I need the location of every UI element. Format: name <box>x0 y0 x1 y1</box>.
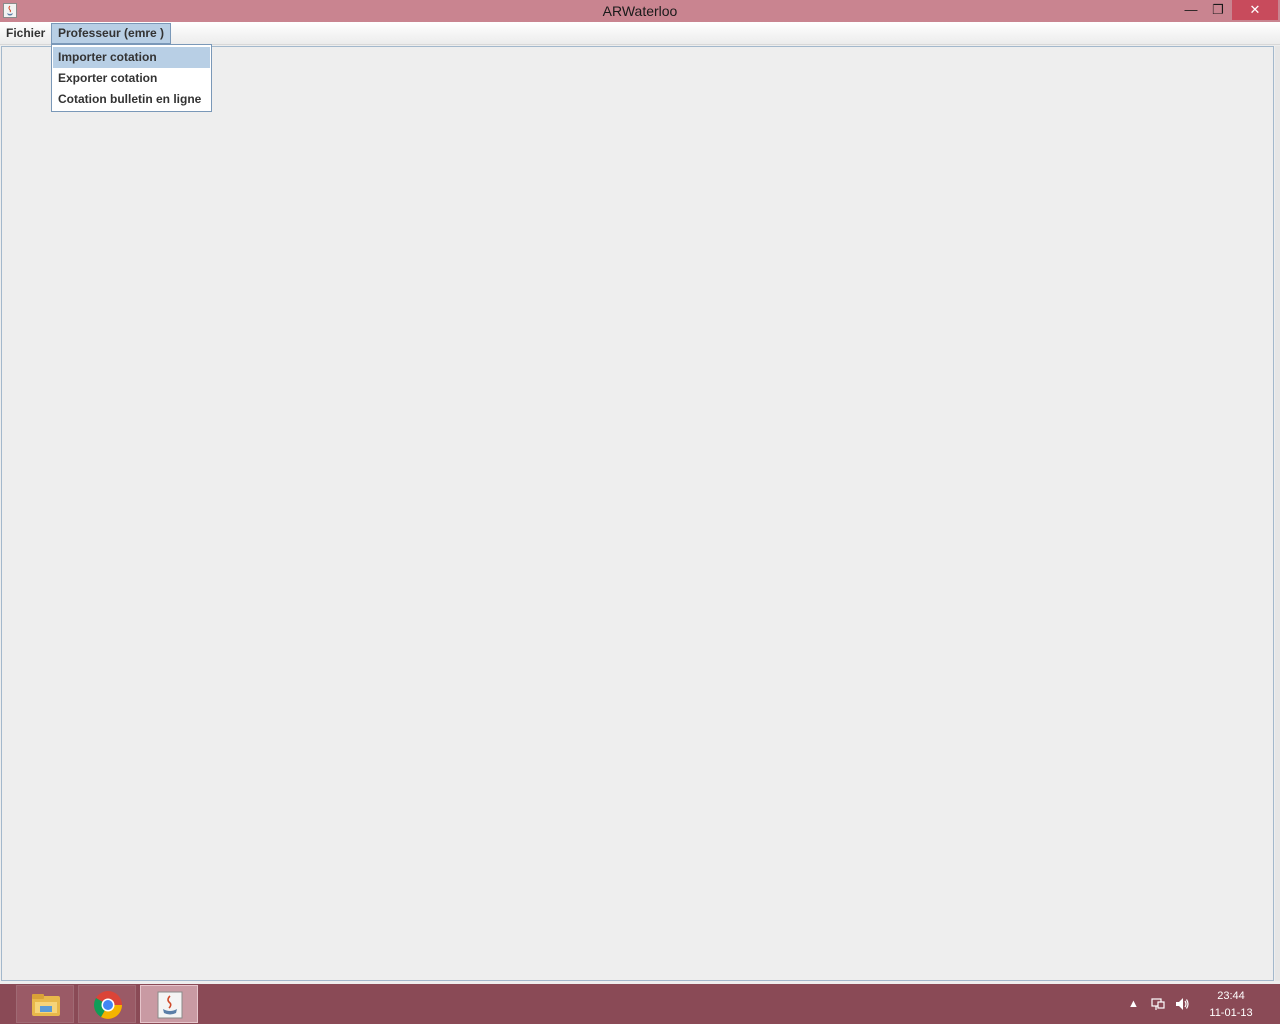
content-panel <box>1 46 1274 981</box>
close-button[interactable]: ✕ <box>1232 0 1278 20</box>
taskbar-file-explorer-button[interactable] <box>16 985 74 1023</box>
taskbar-java-button[interactable] <box>140 985 198 1023</box>
professeur-dropdown-menu: Importer cotation Exporter cotation Cota… <box>51 44 212 112</box>
show-hidden-icons-icon[interactable]: ▲ <box>1128 996 1139 1012</box>
chrome-icon <box>94 991 122 1019</box>
volume-icon[interactable] <box>1174 996 1190 1017</box>
taskbar-chrome-button[interactable] <box>78 985 136 1023</box>
menu-bar: Fichier Professeur (emre ) <box>0 22 1280 45</box>
main-window: Fichier Professeur (emre ) <box>0 22 1280 984</box>
maximize-button[interactable]: ❐ <box>1205 0 1231 20</box>
menu-item-cotation-bulletin[interactable]: Cotation bulletin en ligne <box>52 89 211 110</box>
network-icon[interactable] <box>1150 996 1166 1017</box>
taskbar <box>0 984 1280 1024</box>
menu-fichier[interactable]: Fichier <box>0 23 51 44</box>
java-icon <box>157 991 183 1019</box>
vertical-scrollbar[interactable] <box>1275 46 1280 981</box>
file-explorer-icon <box>32 994 60 1016</box>
clock-date[interactable]: 11-01-13 <box>1200 1007 1262 1019</box>
minimize-button[interactable]: — <box>1178 0 1204 20</box>
title-bar: ARWaterloo — ❐ ✕ <box>0 0 1280 22</box>
clock-time[interactable]: 23:44 <box>1200 990 1262 1002</box>
menu-professeur[interactable]: Professeur (emre ) <box>51 23 172 44</box>
window-title: ARWaterloo <box>602 3 678 19</box>
menu-item-exporter-cotation[interactable]: Exporter cotation <box>52 68 211 89</box>
menu-item-importer-cotation[interactable]: Importer cotation <box>53 47 210 68</box>
